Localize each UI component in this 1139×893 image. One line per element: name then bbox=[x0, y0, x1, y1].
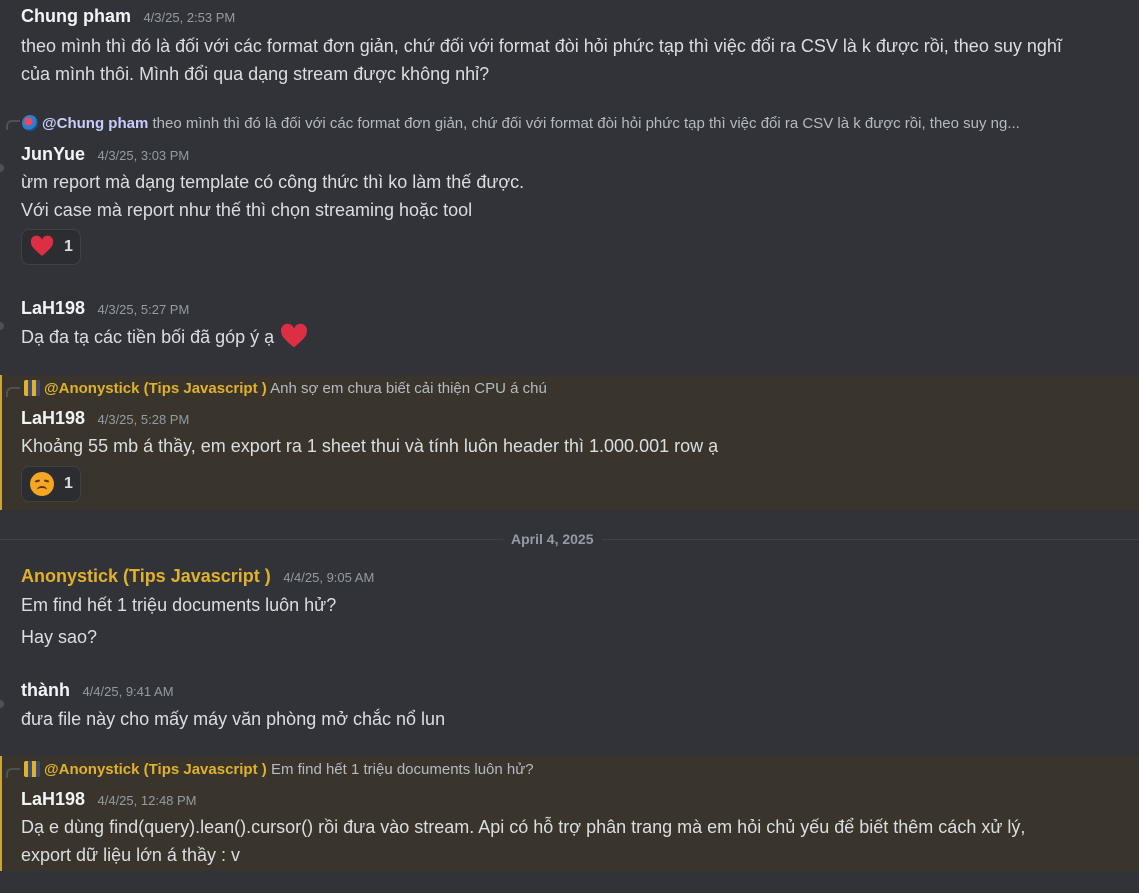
message-author[interactable]: Anonystick (Tips Javascript ) bbox=[21, 566, 271, 586]
message-text: Hay sao? bbox=[21, 627, 98, 647]
message-author[interactable]: LaH198 bbox=[21, 408, 85, 428]
message-m3: LaH198 4/3/25, 5:27 PM Dạ đa tạ các tiền… bbox=[0, 290, 1139, 360]
message-m1: Chung pham 4/3/25, 2:53 PM theo mình thì… bbox=[0, 0, 1139, 96]
message-timestamp: 4/3/25, 5:27 PM bbox=[97, 302, 190, 317]
heart-icon bbox=[280, 323, 308, 351]
reply-text: theo mình thì đó là đối với các format đ… bbox=[152, 115, 1020, 132]
message-author[interactable]: JunYue bbox=[21, 144, 85, 164]
message-text: Với case mà report như thế thì chọn stre… bbox=[21, 200, 473, 220]
reply-mention[interactable]: @Chung pham bbox=[42, 115, 148, 132]
reaction-count: 1 bbox=[64, 475, 73, 492]
date-divider: April 4, 2025 bbox=[503, 531, 602, 547]
message-timestamp: 4/3/25, 2:53 PM bbox=[143, 10, 236, 25]
chat-message-list[interactable]: Chung pham 4/3/25, 2:53 PM theo mình thì… bbox=[0, 0, 1139, 893]
message-text: của mình thôi. Mình đổi qua dạng stream … bbox=[21, 64, 490, 84]
message-timestamp: 4/4/25, 9:41 AM bbox=[82, 684, 174, 699]
message-timestamp: 4/3/25, 3:03 PM bbox=[97, 148, 190, 163]
disappointed-face-icon bbox=[30, 472, 54, 496]
message-text: Khoảng 55 mb á thầy, em export ra 1 shee… bbox=[21, 436, 719, 456]
avatar-icon bbox=[22, 115, 38, 131]
reply-text: Em find hết 1 triệu documents luôn hử? bbox=[270, 761, 534, 778]
avatar-icon bbox=[24, 380, 40, 396]
reaction-count: 1 bbox=[64, 238, 73, 255]
message-timestamp: 4/4/25, 9:05 AM bbox=[283, 570, 375, 585]
reply-mention[interactable]: @Anonystick (Tips Javascript ) bbox=[44, 761, 267, 778]
reaction-heart[interactable]: 1 bbox=[21, 229, 81, 265]
message-text: Dạ đa tạ các tiền bối đã góp ý ạ bbox=[21, 327, 275, 347]
message-author[interactable]: Chung pham bbox=[21, 6, 131, 26]
reaction-disappointed[interactable]: 1 bbox=[21, 466, 81, 502]
message-author[interactable]: LaH198 bbox=[21, 298, 85, 318]
message-text: Dạ e dùng find(query).lean().cursor() rồ… bbox=[21, 817, 1026, 837]
message-m5: Anonystick (Tips Javascript ) 4/4/25, 9:… bbox=[0, 560, 1139, 660]
message-text: Em find hết 1 triệu documents luôn hử? bbox=[21, 595, 337, 615]
message-author[interactable]: LaH198 bbox=[21, 789, 85, 809]
message-text: đưa file này cho mấy máy văn phòng mở ch… bbox=[21, 709, 446, 729]
reply-text: Anh sợ em chưa biết cải thiện CPU á chú bbox=[270, 380, 547, 397]
message-author[interactable]: thành bbox=[21, 680, 70, 700]
message-m4: @Anonystick (Tips Javascript ) Anh sợ em… bbox=[0, 375, 1139, 510]
message-m2: @Chung pham theo mình thì đó là đối với … bbox=[0, 108, 1139, 268]
message-m7: @Anonystick (Tips Javascript ) Em find h… bbox=[0, 756, 1139, 871]
reply-preview[interactable]: @Chung pham theo mình thì đó là đối với … bbox=[22, 115, 1122, 132]
avatar-icon bbox=[24, 761, 40, 777]
message-text: theo mình thì đó là đối với các format đ… bbox=[21, 36, 1062, 56]
heart-icon bbox=[30, 235, 54, 259]
message-text: ừm report mà dạng template có công thức … bbox=[21, 172, 525, 192]
message-timestamp: 4/3/25, 5:28 PM bbox=[97, 412, 190, 427]
message-m6: thành 4/4/25, 9:41 AM đưa file này cho m… bbox=[0, 672, 1139, 742]
reply-mention[interactable]: @Anonystick (Tips Javascript ) bbox=[44, 380, 267, 397]
message-text: export dữ liệu lớn á thầy : v bbox=[21, 845, 240, 865]
reply-preview[interactable]: @Anonystick (Tips Javascript ) Anh sợ em… bbox=[24, 380, 1124, 397]
reply-preview[interactable]: @Anonystick (Tips Javascript ) Em find h… bbox=[24, 761, 1124, 778]
message-timestamp: 4/4/25, 12:48 PM bbox=[97, 793, 197, 808]
